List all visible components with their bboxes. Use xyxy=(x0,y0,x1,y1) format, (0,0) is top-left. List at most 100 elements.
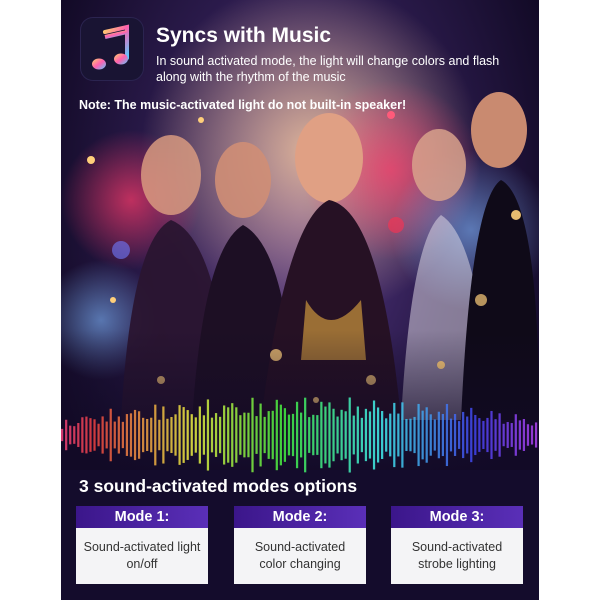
wave-bar xyxy=(174,414,177,456)
wave-bar xyxy=(490,410,493,460)
wave-bar xyxy=(336,416,339,454)
wave-bar xyxy=(300,412,303,458)
wave-bar xyxy=(397,413,400,457)
wave-bar xyxy=(166,418,169,452)
wave-bar xyxy=(413,416,416,454)
wave-bar xyxy=(409,418,412,452)
wave-bar xyxy=(291,413,295,457)
wave-bar xyxy=(142,417,145,453)
wave-bar xyxy=(312,414,315,456)
wave-bar xyxy=(514,414,517,456)
wave-bar xyxy=(401,402,404,468)
mode-description: Sound-activated color changing xyxy=(234,528,366,584)
wave-bar xyxy=(214,413,218,457)
mode-card-3: Mode 3: Sound-activated strobe lighting xyxy=(391,506,523,584)
wave-bar xyxy=(381,411,384,459)
wave-bar xyxy=(360,417,363,453)
wave-bar xyxy=(198,406,201,464)
mode-card-1: Mode 1: Sound-activated light on/off xyxy=(76,506,208,584)
wave-bar xyxy=(105,421,108,449)
wave-bar xyxy=(462,411,465,459)
wave-bar xyxy=(73,426,76,444)
wave-bar xyxy=(453,414,457,456)
headline: Syncs with Music xyxy=(156,24,332,47)
wave-bar xyxy=(368,411,372,459)
wave-bar xyxy=(356,406,359,464)
wave-bar xyxy=(474,414,477,456)
wave-bar xyxy=(117,416,120,454)
wave-bar xyxy=(482,421,485,449)
wave-bar xyxy=(470,407,473,463)
wave-bar xyxy=(417,403,420,467)
wave-bar xyxy=(275,399,278,471)
wave-bar xyxy=(210,417,214,453)
wave-bar xyxy=(372,400,376,470)
wave-bar xyxy=(530,425,534,445)
wave-bar xyxy=(340,409,343,461)
wave-bar xyxy=(93,419,96,451)
mode-label: Mode 2: xyxy=(234,506,366,528)
wave-bar xyxy=(466,416,469,454)
wave-bar xyxy=(445,403,449,467)
wave-bar xyxy=(259,403,262,467)
wave-bar xyxy=(150,417,153,453)
wave-bar xyxy=(77,423,80,447)
description: In sound activated mode, the light will … xyxy=(156,54,500,84)
wave-bar xyxy=(89,418,92,452)
modes-title: 3 sound-activated modes options xyxy=(79,476,358,496)
wave-bar xyxy=(316,415,319,455)
wave-bar xyxy=(534,422,538,448)
wave-bar xyxy=(332,408,335,462)
wave-bar xyxy=(109,408,112,462)
wave-bar xyxy=(263,416,266,454)
wave-bar xyxy=(328,402,331,468)
wave-bar xyxy=(429,414,432,456)
wave-bar xyxy=(267,411,270,459)
wave-bar xyxy=(231,403,234,467)
wave-bar xyxy=(255,416,258,454)
wave-bar xyxy=(239,415,242,455)
wave-bar xyxy=(69,425,72,445)
mode-description: Sound-activated light on/off xyxy=(76,528,208,584)
mode-label: Mode 1: xyxy=(76,506,208,528)
music-note-icon xyxy=(81,18,143,80)
wave-bar xyxy=(154,404,157,466)
wave-bar xyxy=(279,404,282,466)
wave-bar xyxy=(178,405,181,465)
wave-bar xyxy=(186,410,189,460)
wave-bar xyxy=(393,402,396,468)
wave-bar xyxy=(146,418,149,452)
wave-bar xyxy=(449,418,453,452)
wave-bar xyxy=(526,424,530,446)
wave-bar xyxy=(308,417,311,453)
wave-bar xyxy=(344,411,347,459)
wave-bar xyxy=(433,419,436,451)
wave-bar xyxy=(97,423,100,447)
wave-bar xyxy=(125,414,129,456)
wave-bar xyxy=(502,423,505,447)
wave-bar xyxy=(61,428,64,442)
wave-bar xyxy=(522,419,526,452)
wave-bar xyxy=(271,410,274,460)
wave-bar xyxy=(182,407,185,463)
wave-bar xyxy=(324,406,327,464)
wave-bar xyxy=(194,417,197,453)
wave-bar xyxy=(506,422,509,448)
wave-bar xyxy=(206,399,210,471)
wave-bar xyxy=(243,412,246,458)
wave-bar xyxy=(295,401,299,469)
wave-bar xyxy=(158,419,161,451)
wave-bar xyxy=(113,421,116,449)
wave-bar xyxy=(510,423,513,447)
wave-bar xyxy=(486,417,489,453)
wave-bar xyxy=(227,407,230,463)
wave-bar xyxy=(251,397,254,473)
wave-bar xyxy=(223,405,226,465)
wave-bar xyxy=(457,421,461,449)
wave-bar xyxy=(133,409,137,461)
wave-bar xyxy=(235,407,238,463)
wave-bar xyxy=(376,407,380,463)
wave-bar xyxy=(385,418,388,452)
wave-bar xyxy=(320,401,323,469)
mode-label: Mode 3: xyxy=(391,506,523,528)
